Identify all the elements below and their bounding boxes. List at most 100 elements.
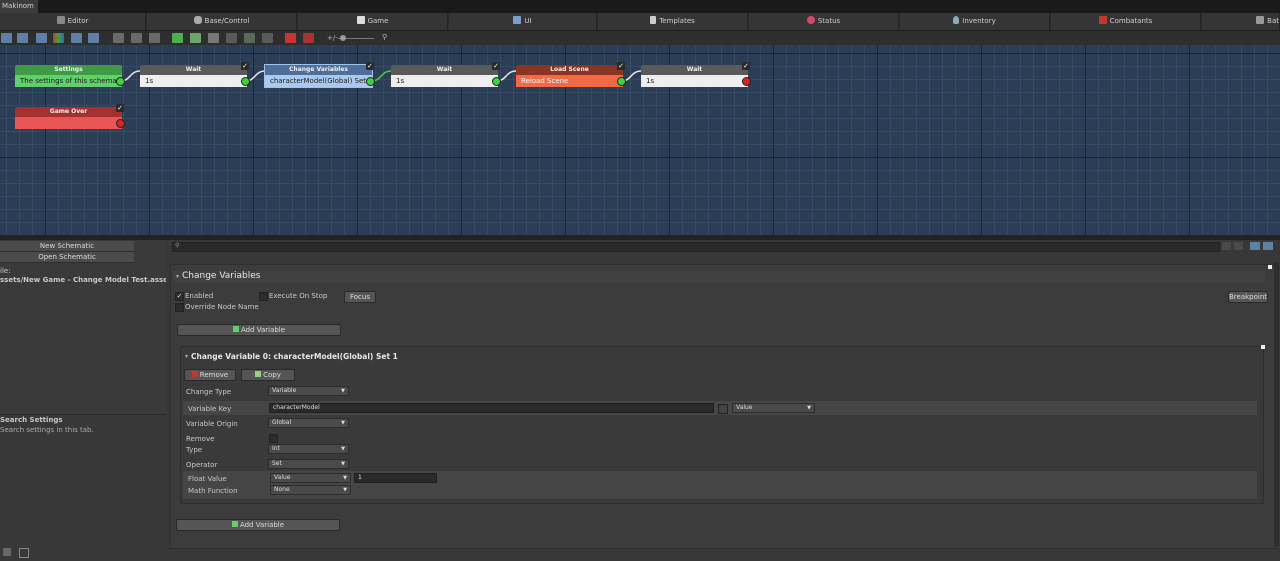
node-check-icon[interactable]: ✓ — [366, 62, 374, 70]
minimize-icon[interactable] — [88, 33, 99, 43]
override-node-name-checkbox[interactable] — [175, 303, 184, 312]
align-icon[interactable] — [113, 33, 124, 43]
node-output-port[interactable] — [617, 77, 626, 86]
float-value-input[interactable]: 1 — [354, 473, 437, 483]
float-value-label: Float Value — [188, 475, 227, 483]
tab-label: UI — [524, 17, 532, 25]
distribute-icon[interactable] — [131, 33, 142, 43]
refresh-icon[interactable] — [36, 33, 47, 43]
collapse-icon[interactable] — [1250, 242, 1260, 250]
search-input[interactable]: ⚲ — [172, 242, 1220, 252]
tab-inventory[interactable]: Inventory — [900, 13, 1050, 30]
item-title: Change Variable 0: characterModel(Global… — [191, 352, 398, 361]
node-wait[interactable]: Wait 1s ✓ — [391, 62, 501, 87]
color-icon[interactable] — [53, 33, 64, 43]
node-output-port[interactable] — [366, 77, 375, 86]
node-value — [15, 117, 122, 129]
math-function-dropdown[interactable]: None ▼ — [270, 485, 351, 495]
heart-icon — [806, 16, 815, 24]
tab-editor[interactable]: Editor — [0, 13, 146, 30]
tab-combatants[interactable]: Combatants — [1051, 13, 1201, 30]
foldout-arrow-icon[interactable]: ▾ — [176, 273, 179, 280]
tab-ui[interactable]: UI — [449, 13, 597, 30]
chevron-down-icon: ▼ — [341, 446, 345, 452]
add-section-icon[interactable] — [190, 33, 201, 43]
change-type-dropdown[interactable]: Variable ▼ — [268, 386, 349, 396]
list-view-icon[interactable] — [1, 33, 12, 43]
node-check-icon[interactable]: ✓ — [492, 62, 500, 70]
node-check-icon[interactable]: ✓ — [241, 62, 249, 70]
add-node-icon[interactable] — [172, 33, 183, 43]
remove-checkbox[interactable] — [269, 434, 278, 443]
node-wait[interactable]: Wait 1s ✓ — [641, 62, 751, 87]
node-output-port[interactable] — [492, 77, 501, 86]
paste-icon[interactable] — [208, 33, 219, 43]
chevron-down-icon[interactable] — [1234, 242, 1243, 250]
float-value-mode-dropdown[interactable]: Value ▼ — [270, 473, 351, 483]
open-schematic-button[interactable]: Open Schematic — [0, 252, 134, 263]
scrollbar[interactable] — [1274, 262, 1279, 546]
delete-all-icon[interactable] — [303, 33, 314, 43]
schematic-canvas[interactable]: Settings The settings of this schematic.… — [0, 45, 1280, 235]
gamepad-icon — [193, 16, 202, 24]
node-wait[interactable]: Wait 1s ✓ — [140, 62, 250, 87]
zoom-slider-handle[interactable] — [340, 35, 346, 41]
tab-templates[interactable]: Templates — [598, 13, 748, 30]
node-game-over[interactable]: Game Over ✓ — [15, 104, 125, 129]
breakpoint-button[interactable]: Breakpoint — [1228, 291, 1268, 303]
expand-icon[interactable] — [1263, 242, 1273, 250]
tab-game[interactable]: Game — [298, 13, 448, 30]
variable-key-mode-dropdown[interactable]: Value ▼ — [732, 403, 815, 413]
node-load-scene[interactable]: Load Scene Reload Scene ✓ — [516, 62, 626, 87]
execute-on-stop-checkbox[interactable] — [259, 292, 268, 301]
copy-all-icon[interactable] — [244, 33, 255, 43]
search-icon[interactable]: ⚲ — [382, 33, 387, 41]
open-external-icon[interactable] — [19, 548, 29, 558]
node-check-icon[interactable]: ✓ — [617, 62, 625, 70]
change-variable-item: ▾ Change Variable 0: characterModel(Glob… — [180, 345, 1265, 504]
node-output-port[interactable] — [241, 77, 250, 86]
cut-icon[interactable] — [149, 33, 160, 43]
node-change-variables[interactable]: Change Variables characterModel(Global) … — [264, 62, 375, 88]
app-title-tab[interactable]: Makinom — [0, 0, 38, 13]
tab-base-control[interactable]: Base/Control — [147, 13, 297, 30]
delete-node-icon[interactable] — [285, 33, 296, 43]
node-title: Change Variables — [265, 65, 372, 75]
node-output-port[interactable] — [116, 119, 125, 128]
chevron-down-icon: ▼ — [343, 475, 347, 481]
node-settings[interactable]: Settings The settings of this schematic. — [15, 65, 125, 87]
node-check-icon[interactable]: ✓ — [116, 104, 124, 112]
type-dropdown[interactable]: Int ▼ — [268, 444, 349, 454]
new-schematic-button[interactable]: New Schematic — [0, 241, 134, 252]
section-tab-bar: Editor Base/Control Game UI Templates St… — [0, 13, 1280, 31]
variable-origin-dropdown[interactable]: Global ▼ — [268, 418, 349, 428]
node-value: 1s — [140, 75, 247, 87]
node-check-icon[interactable]: ✓ — [742, 62, 750, 70]
tab-status[interactable]: Status — [749, 13, 899, 30]
tab-battles[interactable]: Bat — [1202, 13, 1280, 30]
variable-selector-icon[interactable] — [718, 404, 728, 414]
node-output-port[interactable] — [116, 77, 125, 86]
foldout-arrow-icon[interactable]: ▾ — [185, 353, 188, 360]
chevron-down-icon: ▼ — [343, 487, 347, 493]
add-variable-bottom-button[interactable]: Add Variable — [176, 519, 340, 531]
focus-button[interactable]: Focus — [344, 291, 376, 303]
variable-key-input[interactable]: characterModel — [269, 403, 714, 413]
play-icon[interactable] — [1222, 242, 1231, 250]
copy-button[interactable]: Copy — [241, 369, 295, 381]
search-settings-panel: Search Settings Search settings in this … — [0, 414, 166, 561]
add-variable-button[interactable]: Add Variable — [177, 324, 341, 336]
math-function-label: Math Function — [188, 487, 238, 495]
copy-node-icon[interactable] — [226, 33, 237, 43]
save-icon[interactable] — [3, 548, 11, 556]
remove-button[interactable]: Remove — [184, 369, 236, 381]
move-icon[interactable] — [262, 33, 273, 43]
enabled-checkbox[interactable]: ✓ — [175, 292, 184, 301]
auto-arrange-icon[interactable] — [71, 33, 82, 43]
node-output-port[interactable] — [742, 77, 751, 86]
inspector-header[interactable] — [173, 271, 1265, 283]
operator-dropdown[interactable]: Set ▼ — [268, 459, 349, 469]
grid-snap-icon[interactable] — [17, 33, 28, 43]
help-icon[interactable] — [1268, 265, 1272, 269]
item-menu-icon[interactable] — [1261, 345, 1265, 349]
